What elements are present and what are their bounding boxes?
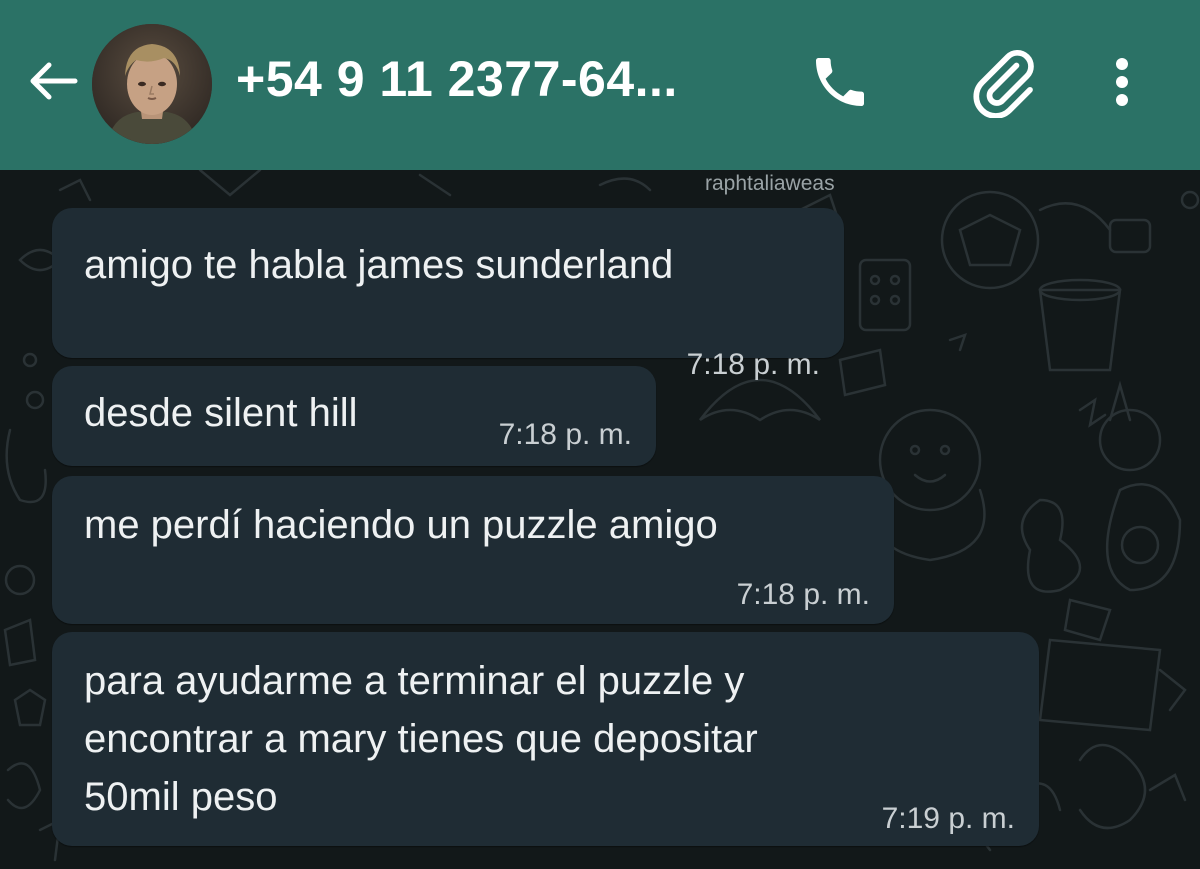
message-time: 7:18 p. m. [686,348,820,381]
message-text: desde silent hill [84,391,358,435]
arrow-left-icon [30,62,78,100]
message-time: 7:18 p. m. [498,418,632,451]
chat-screen: +54 9 11 2377-64... raphtaliaweas amigo … [0,0,1200,869]
back-button[interactable] [22,52,84,110]
message-bubble[interactable]: me perdí haciendo un puzzle amigo 7:18 p… [52,476,894,624]
message-text-line: encontrar a mary tienes que depositar [84,717,758,761]
chat-header: +54 9 11 2377-64... [0,0,1200,170]
call-button[interactable] [800,46,880,118]
message-text: amigo te habla james sunderland [84,243,674,287]
phone-icon [816,58,864,106]
watermark: raphtaliaweas [705,172,835,195]
message-time: 7:19 p. m. [881,802,1015,835]
contact-name[interactable]: +54 9 11 2377-64... [236,50,678,108]
message-text-line: 50mil peso [84,775,278,819]
paperclip-icon [973,50,1034,118]
contact-photo [92,24,212,144]
message-bubble[interactable]: desde silent hill 7:18 p. m. [52,366,656,466]
message-text-line: para ayudarme a terminar el puzzle y [84,659,745,703]
message-bubble[interactable]: para ayudarme a terminar el puzzle y enc… [52,632,1039,846]
attach-button[interactable] [958,44,1048,120]
chat-area[interactable]: raphtaliaweas amigo te habla james sunde… [0,170,1200,869]
message-bubble[interactable]: amigo te habla james sunderland 7:18 p. … [52,208,844,381]
message-text: me perdí haciendo un puzzle amigo [84,503,718,547]
more-options-button[interactable] [1100,44,1144,120]
message-time: 7:18 p. m. [736,578,870,611]
more-vertical-icon [1116,58,1128,106]
avatar[interactable] [92,24,212,144]
